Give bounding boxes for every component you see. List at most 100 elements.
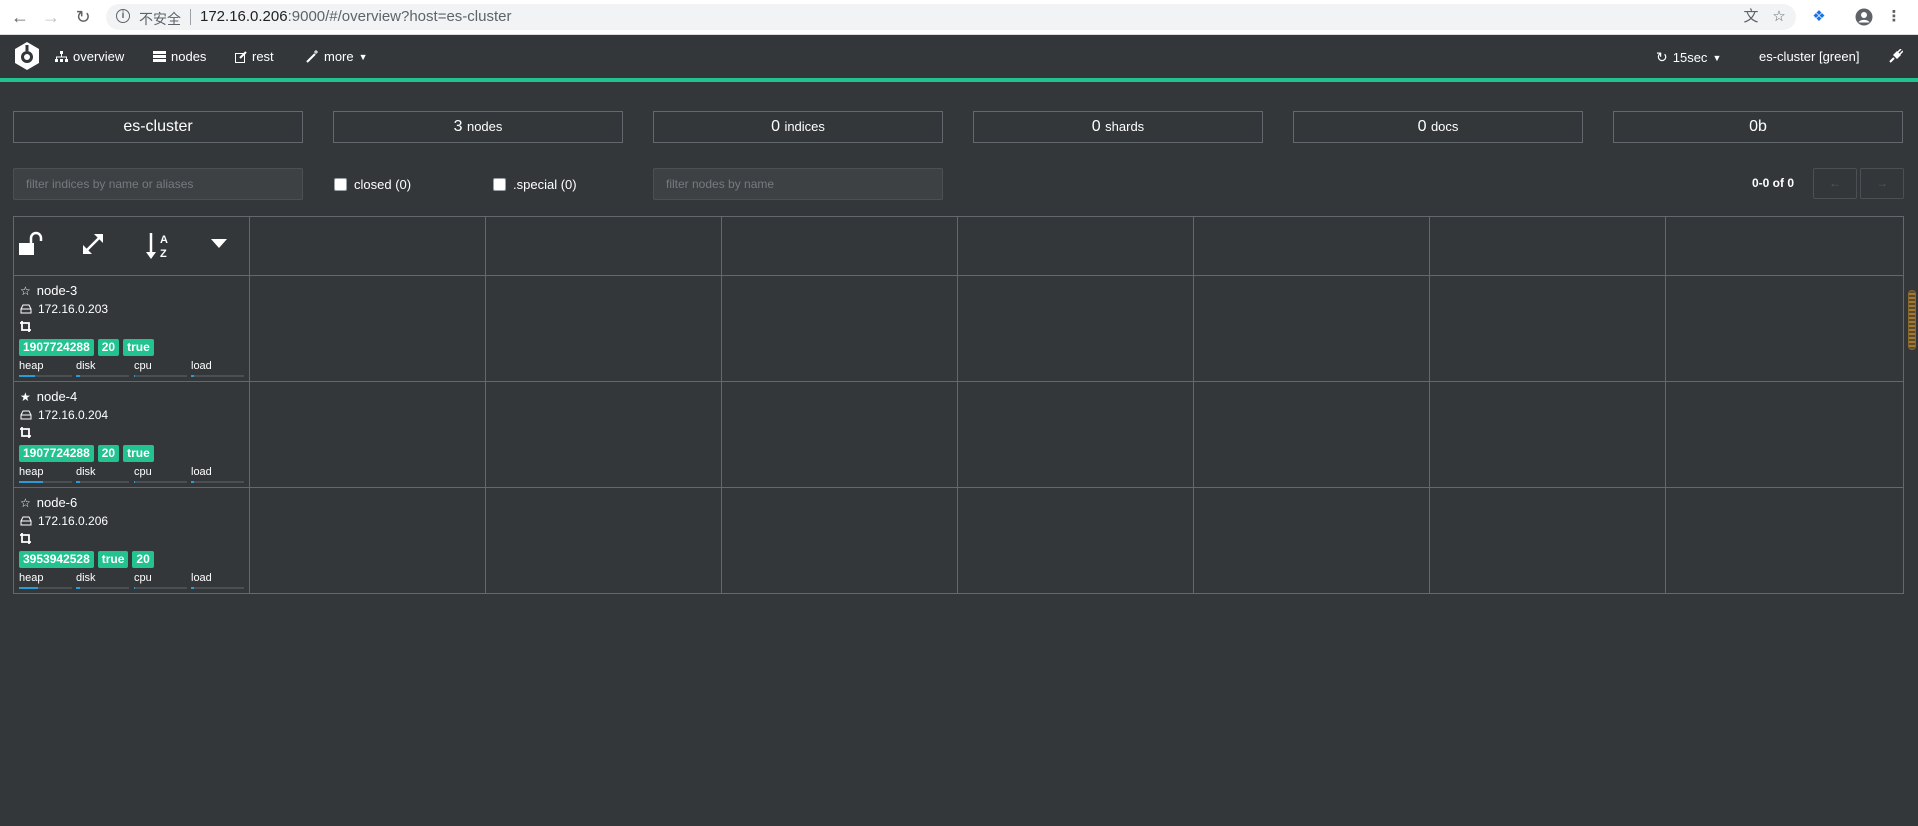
browser-menu-icon[interactable]: ⋮ bbox=[1885, 8, 1903, 26]
cpu-label: cpu bbox=[134, 572, 152, 584]
address-bar[interactable]: i 不安全 172.16.0.206:9000/#/overview?host=… bbox=[106, 4, 1796, 30]
scrollbar-thumb[interactable] bbox=[1908, 290, 1916, 350]
node-row: ☆ node-6 172.16.0.206 3953942528 true 20… bbox=[14, 488, 249, 593]
expand-icon[interactable] bbox=[80, 231, 106, 257]
disk-bar-fill bbox=[76, 587, 81, 589]
cerebro-logo-icon[interactable] bbox=[12, 41, 42, 71]
node-name[interactable]: node-3 bbox=[37, 283, 77, 298]
node-ip: 172.16.0.203 bbox=[38, 302, 109, 316]
nav-more-label: more bbox=[324, 49, 354, 64]
stat-shards: 0 shards bbox=[973, 111, 1263, 143]
disk-metric: disk bbox=[76, 360, 129, 377]
node-ip: 172.16.0.204 bbox=[38, 408, 109, 422]
node-row: ★ node-4 172.16.0.204 1907724288 20 true… bbox=[14, 382, 249, 487]
load-bar-fill bbox=[191, 587, 194, 589]
nav-nodes-label: nodes bbox=[171, 49, 207, 64]
filter-indices-input[interactable] bbox=[13, 168, 303, 200]
closed-checkbox-box[interactable] bbox=[334, 178, 347, 191]
docs-label: docs bbox=[1430, 119, 1459, 134]
cluster-status[interactable]: es-cluster [green] bbox=[1759, 49, 1859, 64]
disk-bar-fill bbox=[76, 481, 81, 483]
disk-label: disk bbox=[76, 360, 96, 372]
column-divider bbox=[1429, 217, 1430, 593]
load-metric: load bbox=[191, 466, 244, 483]
nav-overview-label: overview bbox=[73, 49, 125, 64]
cpu-metric: cpu bbox=[134, 572, 187, 589]
next-page-button[interactable]: → bbox=[1860, 168, 1904, 199]
heap-label: heap bbox=[19, 572, 44, 584]
profile-icon[interactable] bbox=[1855, 8, 1873, 26]
docs-count: 0 bbox=[1417, 118, 1427, 135]
column-divider bbox=[249, 217, 250, 593]
refresh-interval-label: 15sec bbox=[1672, 50, 1708, 65]
node-badge: 20 bbox=[97, 445, 120, 462]
column-divider bbox=[1193, 217, 1194, 593]
prev-page-button[interactable]: ← bbox=[1813, 168, 1857, 199]
info-icon[interactable]: i bbox=[116, 9, 130, 23]
hdd-icon bbox=[20, 304, 32, 314]
node-badge: 1907724288 bbox=[19, 339, 94, 356]
bookmark-star-icon[interactable]: ☆ bbox=[1770, 8, 1788, 26]
disk-label: disk bbox=[76, 466, 96, 478]
nav-more[interactable]: more ▼ bbox=[306, 49, 368, 64]
edit-icon bbox=[235, 50, 247, 63]
reload-icon[interactable]: ↻ bbox=[73, 7, 93, 27]
refresh-interval-dropdown[interactable]: ↻ 15sec ▼ bbox=[1656, 49, 1721, 66]
connect-plug-icon[interactable] bbox=[1889, 49, 1903, 63]
column-divider bbox=[1665, 217, 1666, 593]
load-label: load bbox=[191, 360, 212, 372]
hdd-icon bbox=[20, 410, 32, 420]
insecure-label: 不安全 bbox=[139, 11, 181, 27]
disk-label: disk bbox=[76, 572, 96, 584]
unlock-icon[interactable] bbox=[18, 231, 44, 257]
nodes-count: 3 bbox=[453, 118, 463, 135]
special-checkbox-label: .special (0) bbox=[513, 177, 577, 192]
extension-icon[interactable]: ❖ bbox=[1810, 8, 1828, 26]
svg-text:Z: Z bbox=[160, 248, 167, 260]
caret-down-icon[interactable] bbox=[211, 239, 227, 249]
disk-metric: disk bbox=[76, 572, 129, 589]
caret-down-icon: ▼ bbox=[358, 51, 368, 62]
special-checkbox-box[interactable] bbox=[493, 178, 506, 191]
node-badge: 20 bbox=[132, 551, 154, 568]
star-outline-icon: ☆ bbox=[20, 495, 31, 510]
sort-alpha-icon[interactable]: A Z bbox=[145, 231, 173, 261]
cpu-bar-fill bbox=[134, 481, 136, 483]
refresh-icon: ↻ bbox=[1656, 49, 1668, 65]
translate-icon[interactable]: 文 bbox=[1742, 8, 1760, 26]
cluster-status-label: es-cluster [green] bbox=[1759, 49, 1860, 64]
node-badge: 3953942528 bbox=[19, 551, 94, 568]
closed-checkbox[interactable]: closed (0) bbox=[334, 177, 411, 192]
caret-down-icon: ▼ bbox=[1712, 52, 1722, 63]
disk-metric: disk bbox=[76, 466, 129, 483]
load-bar-fill bbox=[191, 375, 194, 377]
nav-rest[interactable]: rest bbox=[235, 49, 274, 64]
column-divider bbox=[721, 217, 722, 593]
browser-toolbar: ← → ↻ i 不安全 172.16.0.206:9000/#/overview… bbox=[0, 0, 1918, 35]
node-badge: 1907724288 bbox=[19, 445, 94, 462]
node-row: ☆ node-3 172.16.0.203 1907724288 20 true… bbox=[14, 276, 249, 381]
cpu-label: cpu bbox=[134, 466, 152, 478]
sitemap-icon bbox=[55, 50, 68, 62]
forward-icon[interactable]: → bbox=[41, 7, 61, 27]
status-color-bar bbox=[0, 78, 1918, 82]
pagination-info: 0-0 of 0 bbox=[1752, 176, 1795, 190]
column-divider bbox=[957, 217, 958, 593]
node-name[interactable]: node-6 bbox=[37, 495, 77, 510]
node-name[interactable]: node-4 bbox=[37, 389, 77, 404]
node-ip: 172.16.0.206 bbox=[38, 514, 109, 528]
load-label: load bbox=[191, 466, 212, 478]
back-icon[interactable]: ← bbox=[10, 7, 30, 27]
cpu-bar-fill bbox=[134, 587, 136, 589]
url-text[interactable]: 172.16.0.206:9000/#/overview?host=es-clu… bbox=[200, 8, 511, 25]
heap-bar-fill bbox=[19, 375, 35, 377]
nav-overview[interactable]: overview bbox=[55, 49, 124, 64]
filter-nodes-input[interactable] bbox=[653, 168, 943, 200]
heap-label: heap bbox=[19, 466, 44, 478]
nav-nodes[interactable]: nodes bbox=[153, 49, 206, 64]
heap-bar-fill bbox=[19, 481, 43, 483]
column-divider bbox=[485, 217, 486, 593]
special-checkbox[interactable]: .special (0) bbox=[493, 177, 577, 192]
cpu-bar-fill bbox=[134, 375, 136, 377]
cpu-label: cpu bbox=[134, 360, 152, 372]
